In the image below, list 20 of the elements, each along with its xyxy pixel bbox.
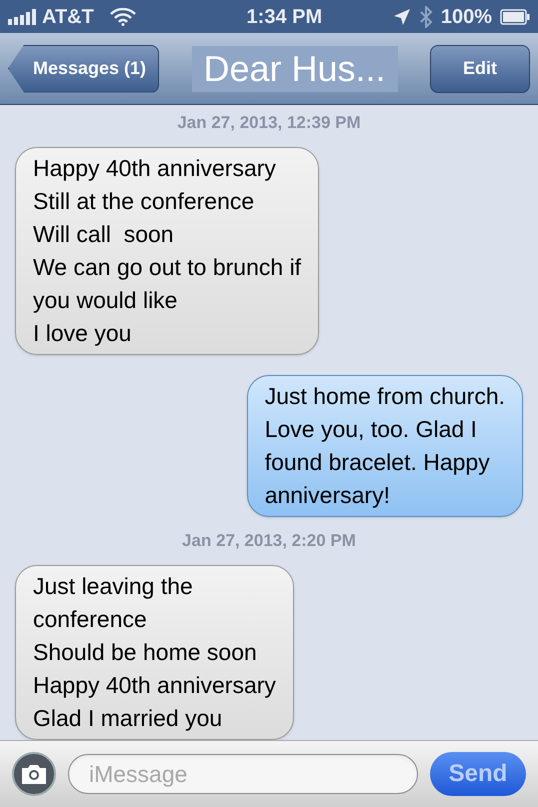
edit-button[interactable]: Edit: [430, 44, 530, 92]
bluetooth-icon: [418, 6, 433, 28]
received-message-bubble: Just leaving the conference Should be home soon Happy 40th anniversary Glad I married you: [15, 565, 294, 740]
camera-button[interactable]: [12, 752, 56, 796]
carrier-label: AT&T: [42, 4, 94, 30]
timestamp: Jan 27, 2013, 12:39 PM: [177, 112, 361, 134]
timestamp: Jan 27, 2013, 2:20 PM: [182, 530, 356, 552]
sent-message-bubble: Just home from church. Love you, too. Glad I found bracelet. Happy anniversary!: [246, 375, 523, 517]
received-message-bubble: Happy 40th anniversary Still at the conference Will call soon We can go out to brunch if you would like I love you: [15, 147, 320, 355]
send-button[interactable]: Send: [430, 752, 526, 796]
message-input[interactable]: iMessage: [68, 754, 418, 794]
location-arrow-icon: [392, 8, 411, 26]
camera-icon: [20, 763, 48, 785]
battery-icon: [500, 8, 530, 24]
back-button[interactable]: Messages (1): [8, 44, 160, 92]
clock: 1:34 PM: [246, 4, 322, 30]
signal-icon: [8, 8, 38, 24]
wifi-icon: [110, 8, 136, 26]
conversation-title: Dear Hus...: [192, 46, 398, 92]
battery-percent: 100%: [440, 4, 492, 30]
